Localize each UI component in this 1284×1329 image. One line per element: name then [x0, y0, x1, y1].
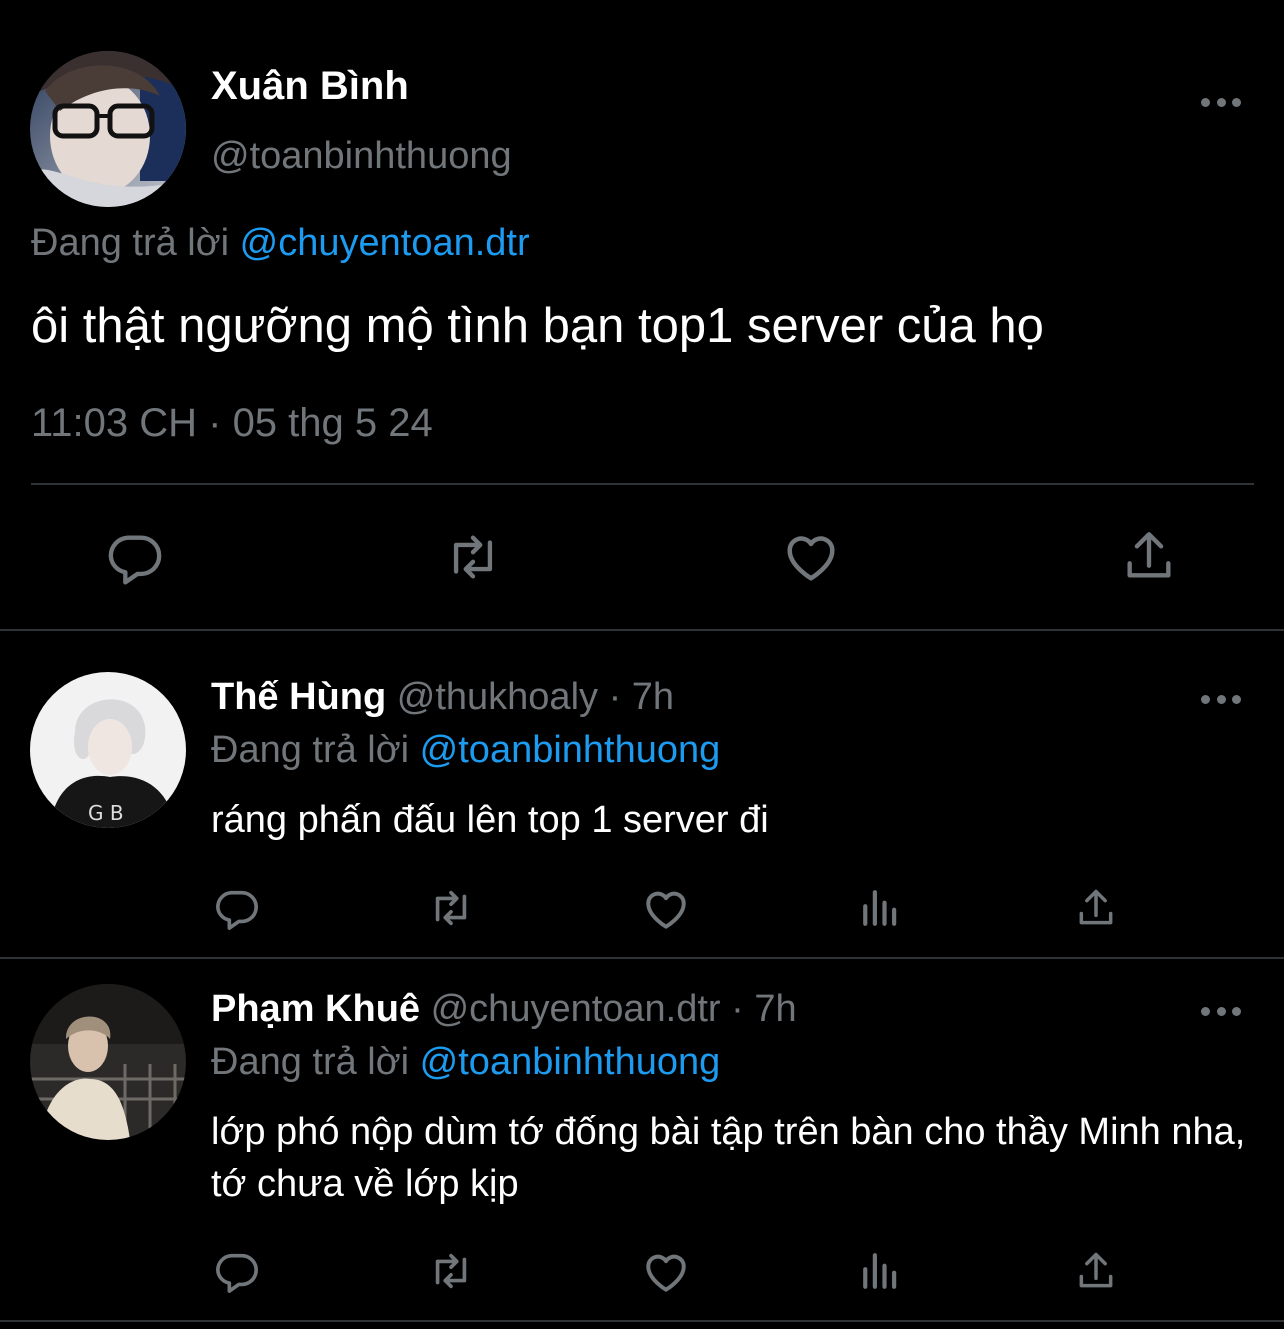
replying-to: Đang trả lời @toanbinhthuong — [211, 729, 720, 772]
author-name[interactable]: Xuân Bình — [211, 64, 409, 109]
avatar[interactable] — [30, 984, 186, 1140]
replying-to: Đang trả lời @toanbinhthuong — [211, 1041, 720, 1084]
share-icon[interactable] — [1074, 884, 1118, 932]
like-icon[interactable] — [781, 527, 841, 587]
author-handle[interactable]: @thukhoaly — [397, 676, 598, 718]
divider — [0, 629, 1284, 631]
share-icon[interactable] — [1074, 1247, 1118, 1295]
author-name[interactable]: Thế Hùng — [211, 676, 386, 718]
replying-to-mention[interactable]: @chuyentoan.dtr — [240, 222, 530, 264]
tweet-timestamp[interactable]: 11:03 CH · 05 thg 5 24 — [31, 401, 433, 446]
divider — [0, 1320, 1284, 1322]
more-options-icon[interactable] — [1201, 96, 1241, 108]
like-icon[interactable] — [641, 1247, 691, 1297]
reply-header: Thế Hùng @thukhoaly · 7h — [211, 676, 674, 719]
reply-icon[interactable] — [214, 885, 260, 931]
more-options-icon[interactable] — [1201, 693, 1241, 705]
tweet-thread: Xuân Bình @toanbinhthuong Đang trả lời @… — [0, 0, 1284, 1329]
reply-icon[interactable] — [214, 1248, 260, 1294]
divider — [0, 957, 1284, 959]
replying-to-mention[interactable]: @toanbinhthuong — [420, 1041, 721, 1083]
retweet-icon[interactable] — [424, 885, 478, 931]
views-icon[interactable] — [860, 886, 902, 930]
time-ago: · 7h — [731, 988, 797, 1030]
share-icon[interactable] — [1120, 526, 1178, 586]
tweet-text: ôi thật ngưỡng mộ tình bạn top1 server c… — [31, 299, 1044, 353]
avatar[interactable] — [30, 51, 186, 207]
retweet-icon[interactable] — [424, 1248, 478, 1294]
reply-header: Phạm Khuê @chuyentoan.dtr · 7h — [211, 988, 797, 1031]
divider — [31, 483, 1254, 485]
views-icon[interactable] — [860, 1249, 902, 1293]
replying-to-label: Đang trả lời — [211, 1041, 410, 1083]
author-handle[interactable]: @toanbinhthuong — [211, 135, 512, 178]
replying-to-mention[interactable]: @toanbinhthuong — [420, 729, 721, 771]
avatar[interactable]: G B — [30, 672, 186, 828]
replying-to: Đang trả lời @chuyentoan.dtr — [31, 222, 530, 265]
more-options-icon[interactable] — [1201, 1005, 1241, 1017]
svg-text:G B: G B — [88, 801, 124, 825]
retweet-icon[interactable] — [440, 528, 506, 586]
author-name[interactable]: Phạm Khuê — [211, 988, 420, 1030]
like-icon[interactable] — [641, 884, 691, 934]
reply-text: ráng phấn đấu lên top 1 server đi — [211, 799, 769, 841]
replying-to-label: Đang trả lời — [31, 222, 230, 264]
reply-icon[interactable] — [106, 528, 164, 586]
time-ago: · 7h — [608, 676, 675, 718]
reply-text: lớp phó nộp dùm tớ đống bài tập trên bàn… — [211, 1111, 1246, 1205]
replying-to-label: Đang trả lời — [211, 729, 410, 771]
author-handle[interactable]: @chuyentoan.dtr — [431, 988, 721, 1030]
